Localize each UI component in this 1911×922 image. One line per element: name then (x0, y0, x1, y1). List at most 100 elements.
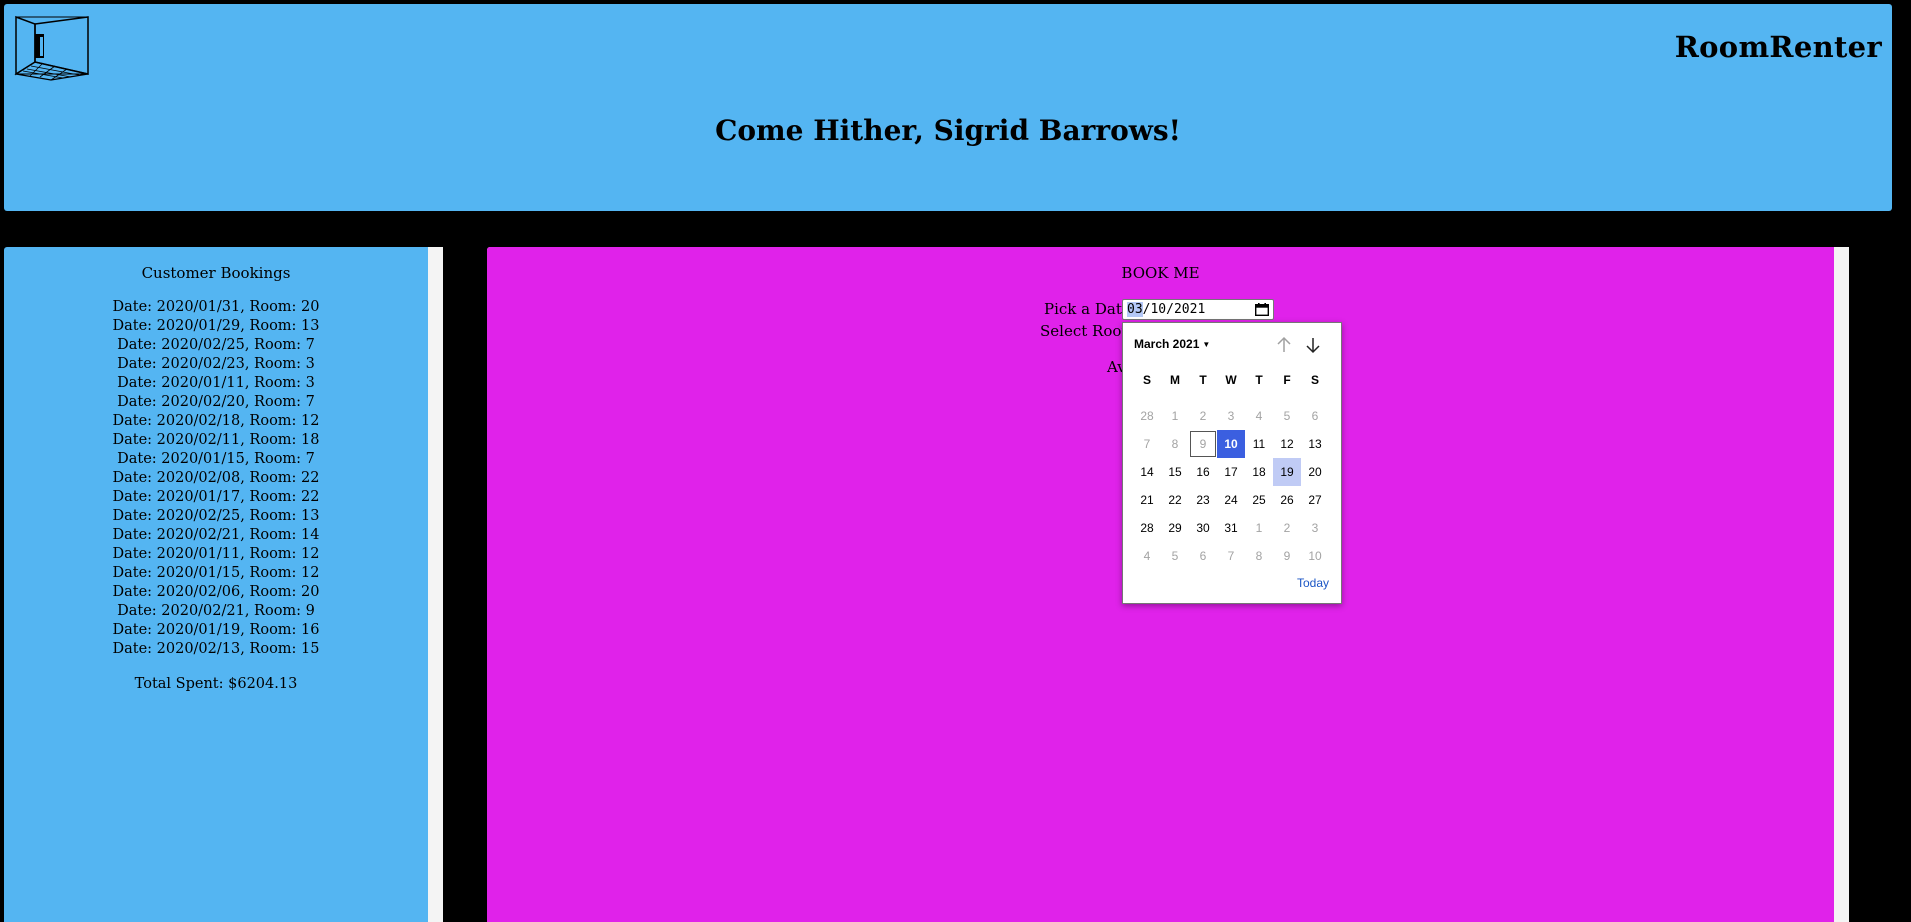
calendar-day-selected[interactable]: 10 (1217, 430, 1245, 458)
booking-item: Date: 2020/02/21, Room: 9 (117, 603, 315, 619)
calendar-day[interactable]: 24 (1217, 486, 1245, 514)
bookings-sidebar: Customer Bookings Date: 2020/01/31, Room… (4, 247, 428, 922)
weekday-label: T (1199, 373, 1207, 387)
calendar-day[interactable]: 28 (1133, 402, 1161, 430)
calendar-day[interactable]: 1 (1245, 514, 1273, 542)
calendar-day[interactable]: 4 (1133, 542, 1161, 570)
calendar-week-row: 4 5 6 7 8 9 10 (1133, 542, 1329, 570)
arrow-up-icon (1277, 336, 1291, 352)
next-month-button[interactable] (1303, 335, 1323, 355)
calendar-day[interactable]: 28 (1133, 514, 1161, 542)
calendar-day[interactable]: 1 (1161, 402, 1189, 430)
calendar-icon[interactable] (1254, 303, 1270, 317)
calendar-day[interactable]: 5 (1273, 402, 1301, 430)
calendar-day[interactable]: 3 (1217, 402, 1245, 430)
calendar-week-row: 28 29 30 31 1 2 3 (1133, 514, 1329, 542)
arrow-down-icon (1306, 338, 1320, 354)
calendar-day[interactable]: 6 (1301, 402, 1329, 430)
sidebar-title: Customer Bookings (141, 264, 291, 282)
calendar-week-row: 7 8 9 10 11 12 13 (1133, 430, 1329, 458)
sidebar-scrollbar-gutter (428, 247, 443, 922)
calendar-week-row: 14 15 16 17 18 19 20 (1133, 458, 1329, 486)
calendar-day-hovered[interactable]: 19 (1273, 458, 1301, 486)
weekday-label: W (1225, 373, 1237, 387)
booking-item: Date: 2020/01/19, Room: 16 (112, 622, 320, 638)
today-button[interactable]: Today (1297, 576, 1329, 590)
booking-item: Date: 2020/02/08, Room: 22 (112, 470, 320, 486)
total-spent: Total Spent: $6204.13 (134, 676, 298, 692)
booking-item: Date: 2020/02/11, Room: 18 (112, 432, 320, 448)
calendar-day[interactable]: 23 (1189, 486, 1217, 514)
calendar-day[interactable]: 6 (1189, 542, 1217, 570)
calendar-day[interactable]: 27 (1301, 486, 1329, 514)
weekday-label: S (1142, 373, 1151, 387)
booking-item: Date: 2020/01/15, Room: 7 (117, 451, 315, 467)
booking-item: Date: 2020/02/06, Room: 20 (112, 584, 320, 600)
calendar-day[interactable]: 7 (1133, 430, 1161, 458)
booking-item: Date: 2020/02/21, Room: 14 (112, 527, 320, 543)
calendar-day[interactable]: 3 (1301, 514, 1329, 542)
calendar-day[interactable]: 7 (1217, 542, 1245, 570)
brand-title: RoomRenter (1674, 30, 1882, 64)
date-rest-segment[interactable]: /10/2021 (1143, 302, 1206, 317)
calendar-day[interactable]: 12 (1273, 430, 1301, 458)
calendar-day[interactable]: 2 (1189, 402, 1217, 430)
calendar-day[interactable]: 4 (1245, 402, 1273, 430)
date-input[interactable]: 03/10/2021 (1122, 299, 1274, 320)
booking-list: Date: 2020/01/31, Room: 20 Date: 2020/01/… (4, 298, 428, 659)
caret-down-icon: ▼ (1202, 340, 1211, 349)
booking-item: Date: 2020/01/11, Room: 3 (117, 375, 315, 391)
page-header: RoomRenter Come Hither, Sigrid Barrows! (4, 4, 1892, 211)
calendar-day[interactable]: 17 (1217, 458, 1245, 486)
calendar-day[interactable]: 25 (1245, 486, 1273, 514)
booking-item: Date: 2020/01/31, Room: 20 (112, 299, 320, 315)
calendar-day[interactable]: 8 (1161, 430, 1189, 458)
calendar-day[interactable]: 2 (1273, 514, 1301, 542)
calendar-day-focused[interactable]: 9 (1189, 430, 1217, 458)
calendar-day[interactable]: 26 (1273, 486, 1301, 514)
calendar-day[interactable]: 20 (1301, 458, 1329, 486)
weekday-header-row: SMTWTFS (1133, 370, 1329, 398)
room-logo-icon (13, 14, 95, 96)
previous-month-button[interactable] (1274, 335, 1294, 355)
weekday-label: T (1255, 373, 1263, 387)
booking-item: Date: 2020/02/18, Room: 12 (112, 413, 320, 429)
calendar-day[interactable]: 21 (1133, 486, 1161, 514)
calendar-day[interactable]: 18 (1245, 458, 1273, 486)
calendar-week-row: 28 1 2 3 4 5 6 (1133, 402, 1329, 430)
weekday-label: F (1283, 373, 1291, 387)
book-me-title: BOOK ME (1121, 264, 1200, 282)
date-month-segment[interactable]: 03 (1127, 302, 1143, 317)
booking-item: Date: 2020/02/25, Room: 13 (112, 508, 320, 524)
calendar-day[interactable]: 16 (1189, 458, 1217, 486)
welcome-heading: Come Hither, Sigrid Barrows! (715, 114, 1181, 147)
date-picker-popup: March 2021 ▼ S M T W T F S 28 1 2 3 4 5 6 7 8 9 10 11 12 13 14… (1122, 322, 1342, 604)
month-label: March 2021 (1134, 337, 1200, 351)
calendar-week-row: 21 22 23 24 25 26 27 (1133, 486, 1329, 514)
booking-item: Date: 2020/01/29, Room: 13 (112, 318, 320, 334)
pick-date-label: Pick a Date (1044, 300, 1131, 318)
calendar-day[interactable]: 14 (1133, 458, 1161, 486)
booking-item: Date: 2020/02/25, Room: 7 (117, 337, 315, 353)
calendar-day[interactable]: 9 (1273, 542, 1301, 570)
booking-item: Date: 2020/02/20, Room: 7 (117, 394, 315, 410)
calendar-day[interactable]: 22 (1161, 486, 1189, 514)
booking-item: Date: 2020/02/23, Room: 3 (117, 356, 315, 372)
calendar-day[interactable]: 15 (1161, 458, 1189, 486)
calendar-day[interactable]: 8 (1245, 542, 1273, 570)
calendar-day[interactable]: 13 (1301, 430, 1329, 458)
weekday-label: M (1170, 373, 1180, 387)
calendar-day[interactable]: 11 (1245, 430, 1273, 458)
weekday-label: S (1310, 373, 1319, 387)
booking-item: Date: 2020/01/17, Room: 22 (112, 489, 320, 505)
calendar-day[interactable]: 5 (1161, 542, 1189, 570)
month-selector[interactable]: March 2021 ▼ (1134, 337, 1210, 351)
calendar-day[interactable]: 10 (1301, 542, 1329, 570)
calendar-day[interactable]: 30 (1189, 514, 1217, 542)
booking-item: Date: 2020/01/15, Room: 12 (112, 565, 320, 581)
calendar-day[interactable]: 29 (1161, 514, 1189, 542)
booking-item: Date: 2020/01/11, Room: 12 (112, 546, 320, 562)
booking-item: Date: 2020/02/13, Room: 15 (112, 641, 320, 657)
calendar-grid: S M T W T F S 28 1 2 3 4 5 6 7 8 9 10 11 12 13 14 15 16 17 18 19 20… (1133, 370, 1329, 570)
calendar-day[interactable]: 31 (1217, 514, 1245, 542)
